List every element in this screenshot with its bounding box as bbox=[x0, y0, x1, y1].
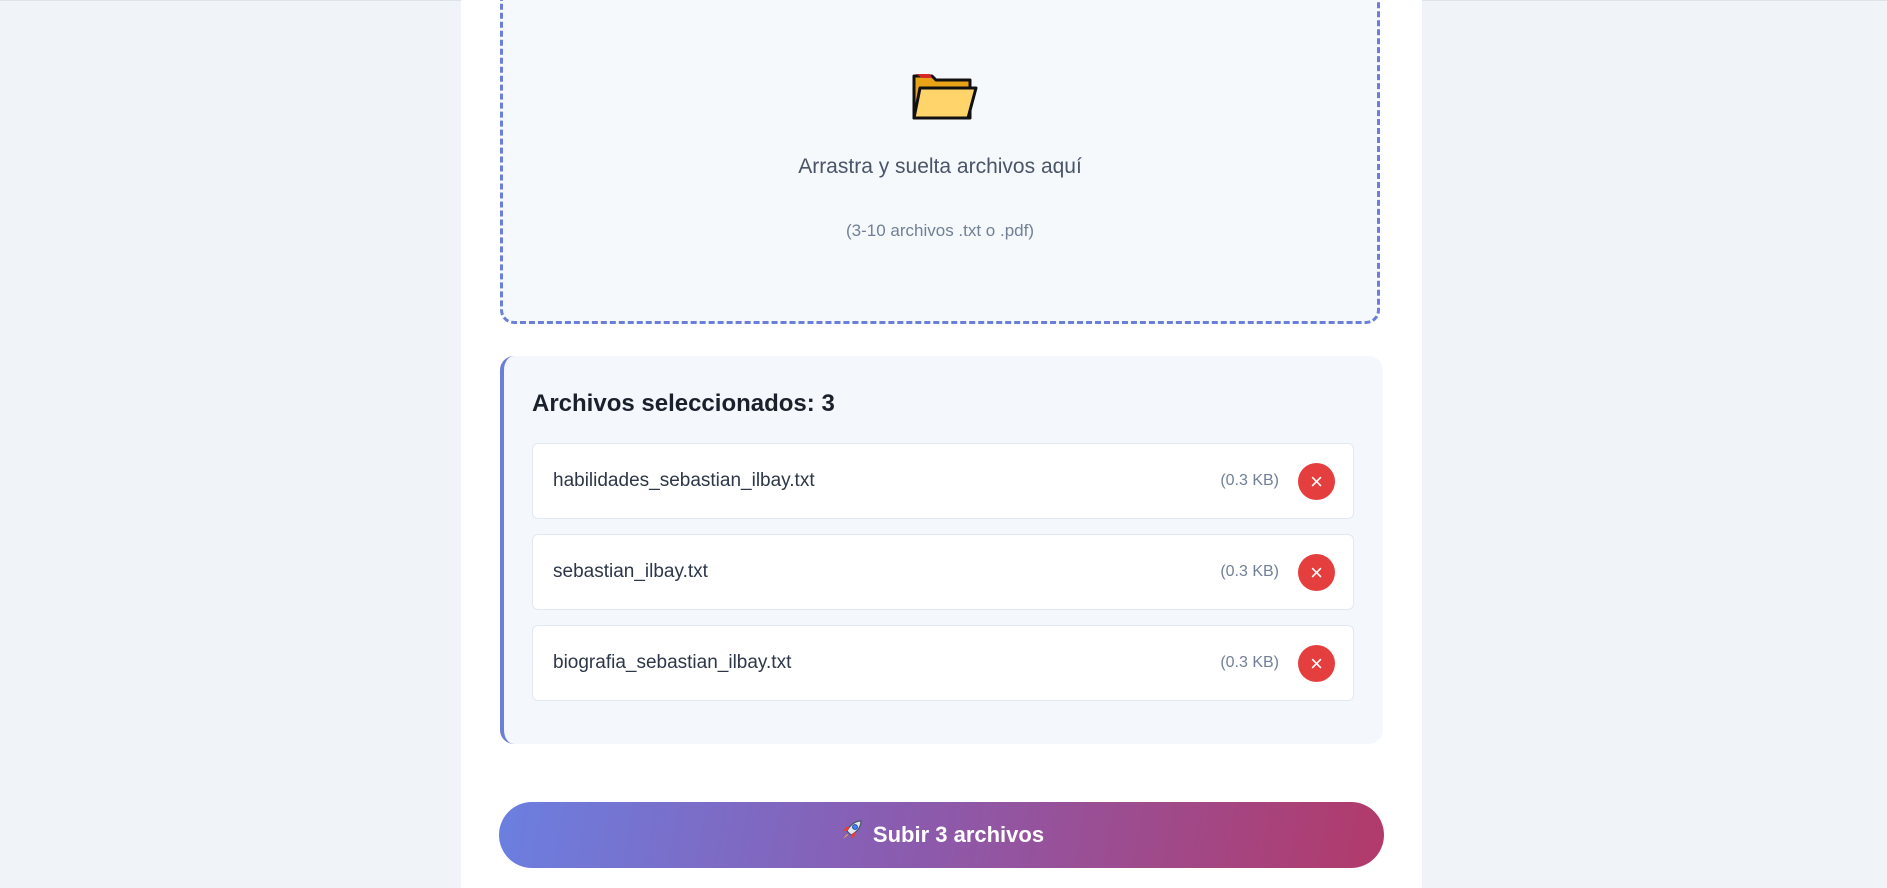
file-item: biografia_sebastian_ilbay.txt (0.3 KB) × bbox=[532, 625, 1354, 701]
file-item: sebastian_ilbay.txt (0.3 KB) × bbox=[532, 534, 1354, 610]
remove-file-button[interactable]: × bbox=[1298, 645, 1335, 682]
remove-file-button[interactable]: × bbox=[1298, 463, 1335, 500]
folder-icon bbox=[910, 68, 980, 124]
file-item: habilidades_sebastian_ilbay.txt (0.3 KB)… bbox=[532, 443, 1354, 519]
upload-card: Arrastra y suelta archivos aquí (3-10 ar… bbox=[461, 0, 1422, 888]
file-size: (0.3 KB) bbox=[1220, 563, 1279, 580]
remove-file-button[interactable]: × bbox=[1298, 554, 1335, 591]
rocket-icon bbox=[839, 803, 865, 869]
file-size: (0.3 KB) bbox=[1220, 472, 1279, 489]
selected-files-title: Archivos seleccionados: 3 bbox=[532, 390, 835, 417]
dropzone-hint: (3-10 archivos .txt o .pdf) bbox=[845, 221, 1035, 240]
file-name: biografia_sebastian_ilbay.txt bbox=[553, 652, 792, 673]
selected-files-panel: Archivos seleccionados: 3 habilidades_se… bbox=[500, 356, 1383, 744]
file-size: (0.3 KB) bbox=[1220, 654, 1279, 671]
file-dropzone[interactable]: Arrastra y suelta archivos aquí (3-10 ar… bbox=[500, 0, 1380, 324]
file-name: sebastian_ilbay.txt bbox=[553, 561, 708, 582]
file-name: habilidades_sebastian_ilbay.txt bbox=[553, 470, 815, 491]
upload-files-button[interactable]: Subir 3 archivos bbox=[499, 802, 1384, 868]
upload-button-label: Subir 3 archivos bbox=[872, 822, 1045, 847]
dropzone-text: Arrastra y suelta archivos aquí bbox=[798, 155, 1082, 178]
